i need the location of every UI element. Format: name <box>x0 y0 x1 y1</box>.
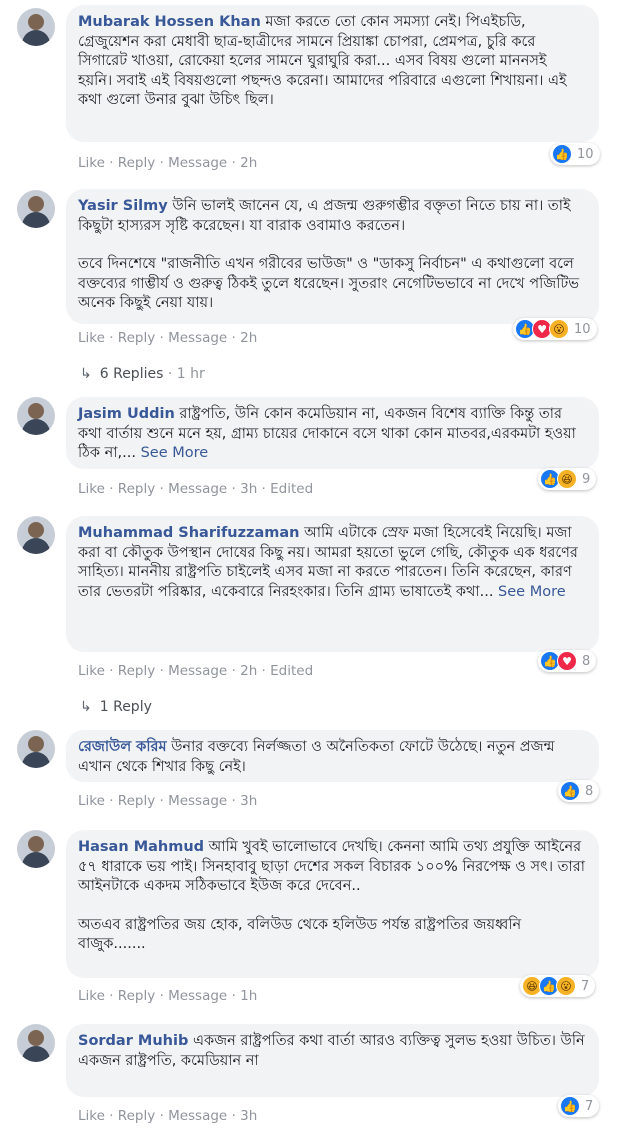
comment-actions: Like · Reply · Message · 3h <box>78 1108 258 1124</box>
like-reaction-icon: 👍 <box>560 781 580 801</box>
reply-link[interactable]: Reply <box>118 1108 155 1124</box>
see-more-link[interactable]: See More <box>498 584 566 600</box>
like-reaction-icon: 👍 <box>560 1096 580 1116</box>
comment-author[interactable]: Hasan Mahmud <box>78 839 204 855</box>
love-reaction-icon: ♥ <box>557 651 577 671</box>
avatar[interactable] <box>17 1024 55 1062</box>
reply-arrow-icon: ↳ <box>80 699 92 715</box>
avatar[interactable] <box>17 190 55 228</box>
reaction-count: 9 <box>582 471 591 487</box>
message-link[interactable]: Message <box>168 988 227 1004</box>
reply-link[interactable]: Reply <box>118 481 155 497</box>
comment-author[interactable]: Muhammad Sharifuzzaman <box>78 525 299 541</box>
view-replies-link[interactable]: ↳ 1 Reply <box>80 699 152 715</box>
message-link[interactable]: Message <box>168 330 227 346</box>
view-replies-link[interactable]: ↳ 6 Replies · 1 hr <box>80 366 205 382</box>
like-link[interactable]: Like <box>78 663 105 679</box>
reply-link[interactable]: Reply <box>118 988 155 1004</box>
wow-reaction-icon: 😮 <box>556 976 576 996</box>
like-link[interactable]: Like <box>78 155 105 171</box>
reaction-summary[interactable]: 😆 👍 😮 7 <box>520 975 596 997</box>
reaction-summary[interactable]: 👍 10 <box>550 143 600 165</box>
message-link[interactable]: Message <box>168 793 227 809</box>
replies-count[interactable]: 6 Replies <box>100 366 164 382</box>
comment-author[interactable]: Yasir Silmy <box>78 198 168 214</box>
comment-author[interactable]: রেজাউল করিম <box>78 739 167 755</box>
avatar[interactable] <box>17 730 55 768</box>
comment-actions: Like · Reply · Message · 2h <box>78 155 258 171</box>
comment-bubble: Yasir Silmy উনি ভালই জানেন যে, এ প্রজন্ম… <box>66 189 599 324</box>
edited-label[interactable]: Edited <box>270 663 313 679</box>
comment-text: তবে দিনশেষে "রাজনীতি এখন গরীবের ভাউজ" ও … <box>78 256 580 311</box>
reaction-summary[interactable]: 👍 ♥ 8 <box>538 650 597 672</box>
message-link[interactable]: Message <box>168 1108 227 1124</box>
like-reaction-icon: 👍 <box>552 144 572 164</box>
comment-bubble: Jasim Uddin রাষ্ট্রপতি, উনি কোন কমেডিয়া… <box>66 397 599 469</box>
comment-time[interactable]: 2h <box>240 155 257 171</box>
like-link[interactable]: Like <box>78 988 105 1004</box>
comment-time[interactable]: 1h <box>240 988 257 1004</box>
reaction-count: 10 <box>577 146 594 162</box>
reply-arrow-icon: ↳ <box>80 366 92 382</box>
comment-text: অতএব রাষ্ট্রপতির জয় হোক, বলিউড থেকে হলি… <box>78 916 522 953</box>
reaction-summary[interactable]: 👍 8 <box>558 780 600 802</box>
reply-link[interactable]: Reply <box>118 663 155 679</box>
reply-link[interactable]: Reply <box>118 330 155 346</box>
reaction-summary[interactable]: 👍 ♥ 😮 10 <box>513 318 597 340</box>
comment-bubble: Hasan Mahmud আমি খুবই ভালোভাবে দেখছি। কে… <box>66 830 599 978</box>
replies-count[interactable]: 1 Reply <box>100 699 152 715</box>
comment-author[interactable]: Jasim Uddin <box>78 406 175 422</box>
reaction-count: 7 <box>581 978 590 994</box>
reaction-summary[interactable]: 👍 😆 9 <box>538 468 597 490</box>
comment-actions: Like · Reply · Message · 2h <box>78 330 258 346</box>
message-link[interactable]: Message <box>168 663 227 679</box>
reply-link[interactable]: Reply <box>118 793 155 809</box>
wow-reaction-icon: 😮 <box>549 319 569 339</box>
comment-bubble: রেজাউল করিম উনার বক্তব্যে নির্লজ্জতা ও অ… <box>66 730 599 782</box>
comment-actions: Like · Reply · Message · 3h <box>78 793 258 809</box>
edited-label[interactable]: Edited <box>270 481 313 497</box>
avatar[interactable] <box>17 8 55 46</box>
comment-actions: Like · Reply · Message · 1h <box>78 988 258 1004</box>
like-link[interactable]: Like <box>78 330 105 346</box>
avatar[interactable] <box>17 516 55 554</box>
reaction-summary[interactable]: 👍 7 <box>558 1095 600 1117</box>
avatar[interactable] <box>17 397 55 435</box>
comment-bubble: Sordar Muhib একজন রাষ্ট্রপতির কথা বার্তা… <box>66 1024 599 1097</box>
like-link[interactable]: Like <box>78 1108 105 1124</box>
reply-link[interactable]: Reply <box>118 155 155 171</box>
replies-time: 1 hr <box>176 366 205 382</box>
message-link[interactable]: Message <box>168 481 227 497</box>
comment-time[interactable]: 2h <box>240 663 257 679</box>
comment-time[interactable]: 3h <box>240 793 257 809</box>
comment-author[interactable]: Sordar Muhib <box>78 1033 188 1049</box>
message-link[interactable]: Message <box>168 155 227 171</box>
reaction-count: 8 <box>582 653 591 669</box>
comment-time[interactable]: 3h <box>240 1108 257 1124</box>
reaction-count: 10 <box>574 321 591 337</box>
haha-reaction-icon: 😆 <box>557 469 577 489</box>
reaction-count: 7 <box>585 1098 594 1114</box>
see-more-link[interactable]: See More <box>141 445 209 461</box>
comment-author[interactable]: Mubarak Hossen Khan <box>78 14 261 30</box>
comment-actions: Like · Reply · Message · 2h · Edited <box>78 663 314 679</box>
comment-bubble: Muhammad Sharifuzzaman আমি এটাকে স্রেফ ম… <box>66 516 599 652</box>
like-link[interactable]: Like <box>78 793 105 809</box>
like-link[interactable]: Like <box>78 481 105 497</box>
avatar[interactable] <box>17 830 55 868</box>
comment-time[interactable]: 2h <box>240 330 257 346</box>
reaction-count: 8 <box>585 783 594 799</box>
comment-bubble: Mubarak Hossen Khan মজা করতে তো কোন সমস্… <box>66 5 599 142</box>
comment-time[interactable]: 3h <box>240 481 257 497</box>
comment-actions: Like · Reply · Message · 3h · Edited <box>78 481 314 497</box>
